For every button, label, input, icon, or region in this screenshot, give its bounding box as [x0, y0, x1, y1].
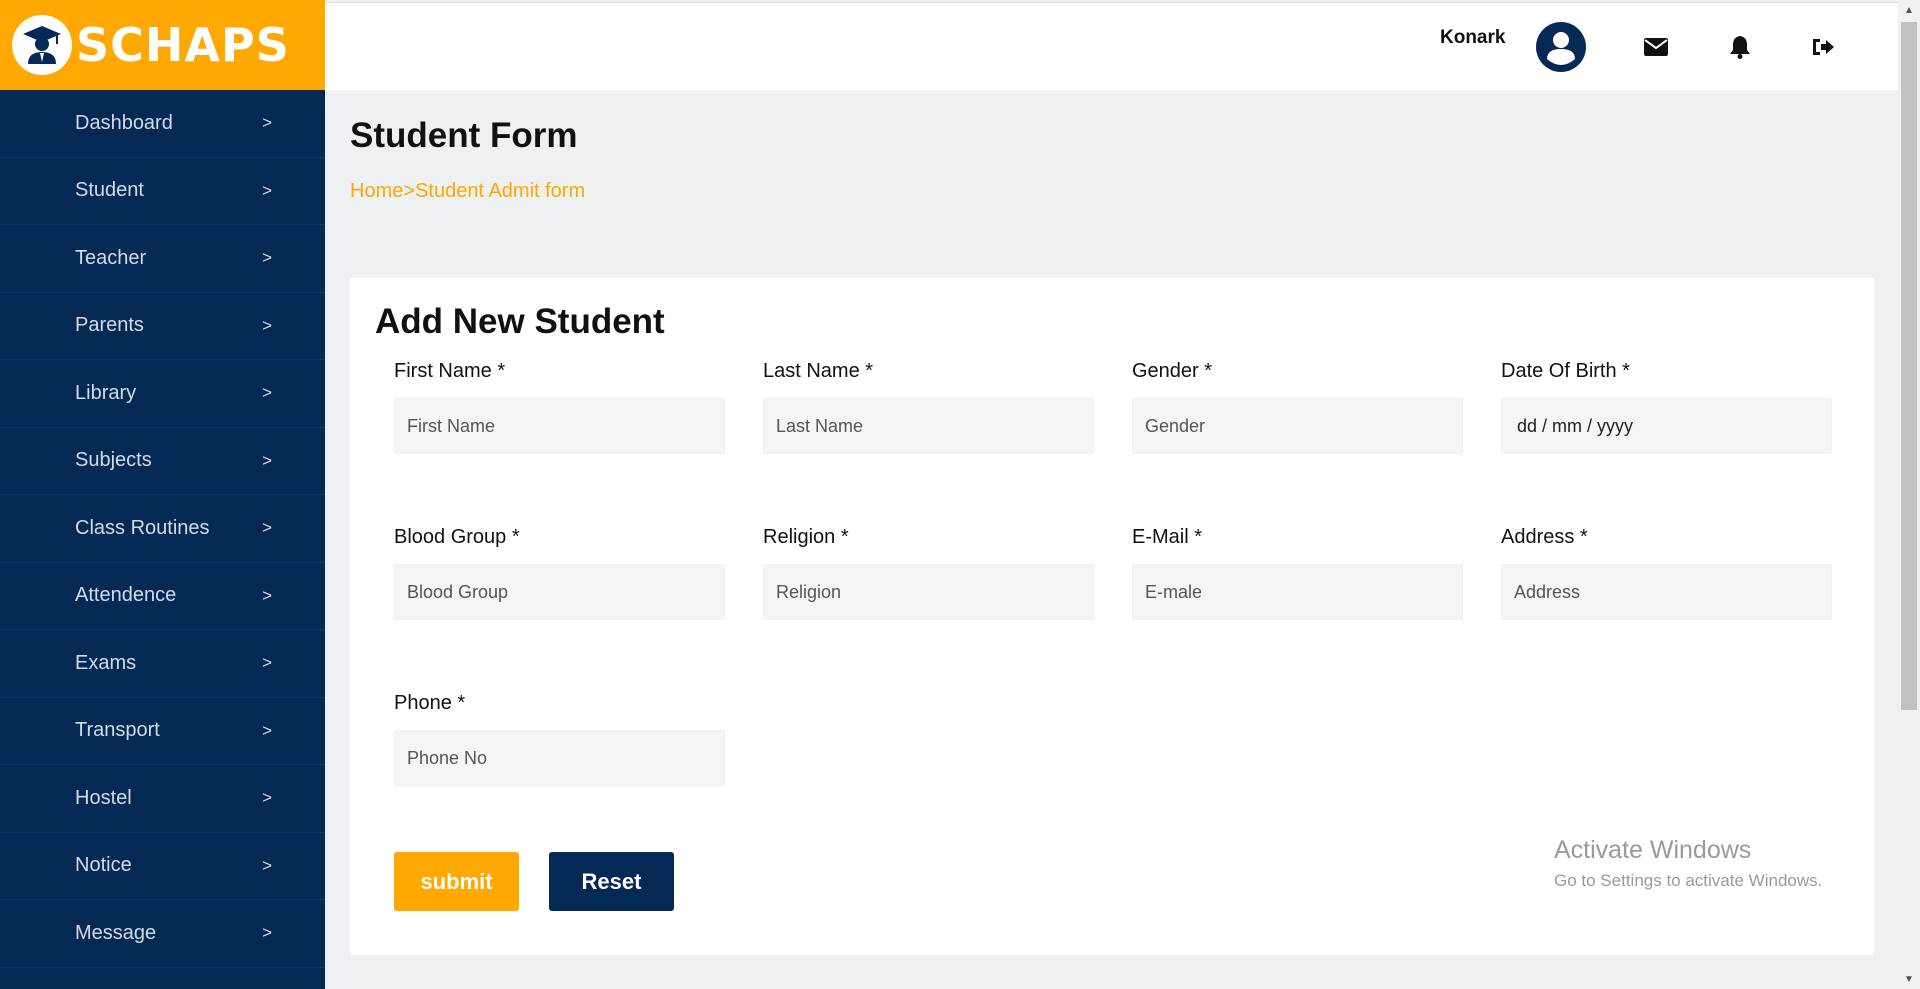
sidebar-item-label: Library: [75, 381, 137, 404]
vertical-scrollbar[interactable]: ▲ ▼: [1898, 0, 1920, 989]
chevron-right-icon: >: [262, 720, 272, 740]
sidebar-item-label: Class Routines: [75, 516, 210, 539]
first-name-group: First Name *: [394, 358, 725, 454]
address-label: Address *: [1501, 526, 1588, 548]
blood-group-input[interactable]: [394, 564, 725, 620]
phone-input[interactable]: [394, 730, 725, 786]
chevron-right-icon: >: [262, 248, 272, 268]
last-name-input[interactable]: [763, 398, 1094, 454]
brand-name: SCHAPS: [76, 18, 290, 72]
graduate-logo-icon: [12, 15, 72, 75]
breadcrumb-current[interactable]: Student Admit form: [415, 180, 585, 202]
address-input[interactable]: [1501, 564, 1832, 620]
sidebar-item-message[interactable]: Message >: [0, 900, 325, 968]
sidebar: SCHAPS Dashboard > Student > Teacher > Pare…: [0, 0, 325, 989]
dob-date-input[interactable]: dd / mm / yyyy: [1501, 398, 1832, 454]
last-name-group: Last Name *: [763, 358, 1094, 454]
sidebar-item-student[interactable]: Student >: [0, 158, 325, 225]
email-label: E-Mail *: [1132, 526, 1203, 548]
sidebar-item-teacher[interactable]: Teacher >: [0, 225, 325, 293]
chevron-right-icon: >: [262, 180, 272, 200]
sidebar-item-label: Exams: [75, 651, 137, 674]
envelope-icon[interactable]: [1642, 33, 1670, 61]
address-group: Address *: [1501, 524, 1832, 620]
blood-group-group: Blood Group *: [394, 524, 725, 620]
bell-icon[interactable]: [1726, 33, 1754, 61]
sidebar-item-label: Message: [75, 921, 157, 944]
dob-group: Date Of Birth * dd / mm / yyyy: [1501, 358, 1832, 454]
scroll-down-icon[interactable]: ▼: [1898, 969, 1920, 989]
sidebar-item-notice[interactable]: Notice >: [0, 833, 325, 900]
scrollbar-thumb[interactable]: [1901, 22, 1917, 710]
sidebar-item-hostel[interactable]: Hostel >: [0, 765, 325, 833]
sidebar-item-class-routines[interactable]: Class Routines >: [0, 495, 325, 563]
chevron-right-icon: >: [262, 923, 272, 943]
sidebar-item-label: Student: [75, 179, 144, 202]
chevron-right-icon: >: [262, 788, 272, 808]
blood-group-label: Blood Group *: [394, 526, 520, 548]
first-name-label: First Name *: [394, 360, 506, 382]
phone-label: Phone *: [394, 692, 466, 714]
gender-input[interactable]: [1132, 398, 1463, 454]
chevron-right-icon: >: [262, 113, 272, 133]
dob-label: Date Of Birth *: [1501, 360, 1630, 382]
chevron-right-icon: >: [262, 450, 272, 470]
chevron-right-icon: >: [262, 855, 272, 875]
user-name: Konark: [1440, 27, 1506, 48]
sidebar-item-transport[interactable]: Transport >: [0, 698, 325, 765]
gender-group: Gender *: [1132, 358, 1463, 454]
sidebar-item-subjects[interactable]: Subjects >: [0, 428, 325, 495]
sidebar-item-label: Hostel: [75, 786, 132, 809]
gender-label: Gender *: [1132, 360, 1213, 382]
sidebar-item-label: Parents: [75, 314, 144, 337]
sidebar-item-parents[interactable]: Parents >: [0, 293, 325, 360]
sidebar-item-label: Subjects: [75, 449, 152, 472]
religion-input[interactable]: [763, 564, 1094, 620]
activate-windows-watermark: Activate Windows Go to Settings to activ…: [1554, 836, 1822, 891]
sidebar-nav: Dashboard > Student > Teacher > Parents > Li…: [0, 90, 325, 968]
chevron-right-icon: >: [262, 653, 272, 673]
sidebar-item-label: Attendence: [75, 584, 177, 607]
logo-bar: SCHAPS: [0, 0, 325, 90]
breadcrumb: Home>Student Admit form: [350, 180, 585, 203]
watermark-title: Activate Windows: [1554, 836, 1752, 864]
watermark-subtitle: Go to Settings to activate Windows.: [1554, 871, 1823, 890]
page-title: Student Form: [350, 116, 578, 155]
sign-out-icon[interactable]: [1809, 33, 1837, 61]
email-input[interactable]: [1132, 564, 1463, 620]
chevron-right-icon: >: [262, 315, 272, 335]
chevron-right-icon: >: [262, 585, 272, 605]
sidebar-item-library[interactable]: Library >: [0, 360, 325, 428]
religion-group: Religion *: [763, 524, 1094, 620]
sidebar-item-label: Teacher: [75, 246, 147, 269]
last-name-label: Last Name *: [763, 360, 874, 382]
sidebar-item-attendence[interactable]: Attendence >: [0, 563, 325, 630]
reset-button[interactable]: Reset: [549, 852, 674, 911]
first-name-input[interactable]: [394, 398, 725, 454]
religion-label: Religion *: [763, 526, 849, 548]
top-header: Konark: [325, 2, 1898, 90]
form-title: Add New Student: [375, 302, 665, 341]
phone-group: Phone *: [394, 690, 725, 786]
email-group: E-Mail *: [1132, 524, 1463, 620]
sidebar-item-exams[interactable]: Exams >: [0, 630, 325, 698]
sidebar-item-label: Dashboard: [75, 111, 173, 134]
chevron-right-icon: >: [262, 518, 272, 538]
breadcrumb-home-link[interactable]: Home: [350, 180, 403, 202]
chevron-right-icon: >: [262, 383, 272, 403]
submit-button[interactable]: submit: [394, 852, 519, 911]
sidebar-item-dashboard[interactable]: Dashboard >: [0, 90, 325, 158]
sidebar-item-label: Notice: [75, 854, 132, 877]
scroll-up-icon[interactable]: ▲: [1898, 0, 1920, 20]
breadcrumb-separator: >: [403, 180, 416, 202]
avatar-icon[interactable]: [1535, 21, 1587, 73]
sidebar-item-label: Transport: [75, 719, 160, 742]
